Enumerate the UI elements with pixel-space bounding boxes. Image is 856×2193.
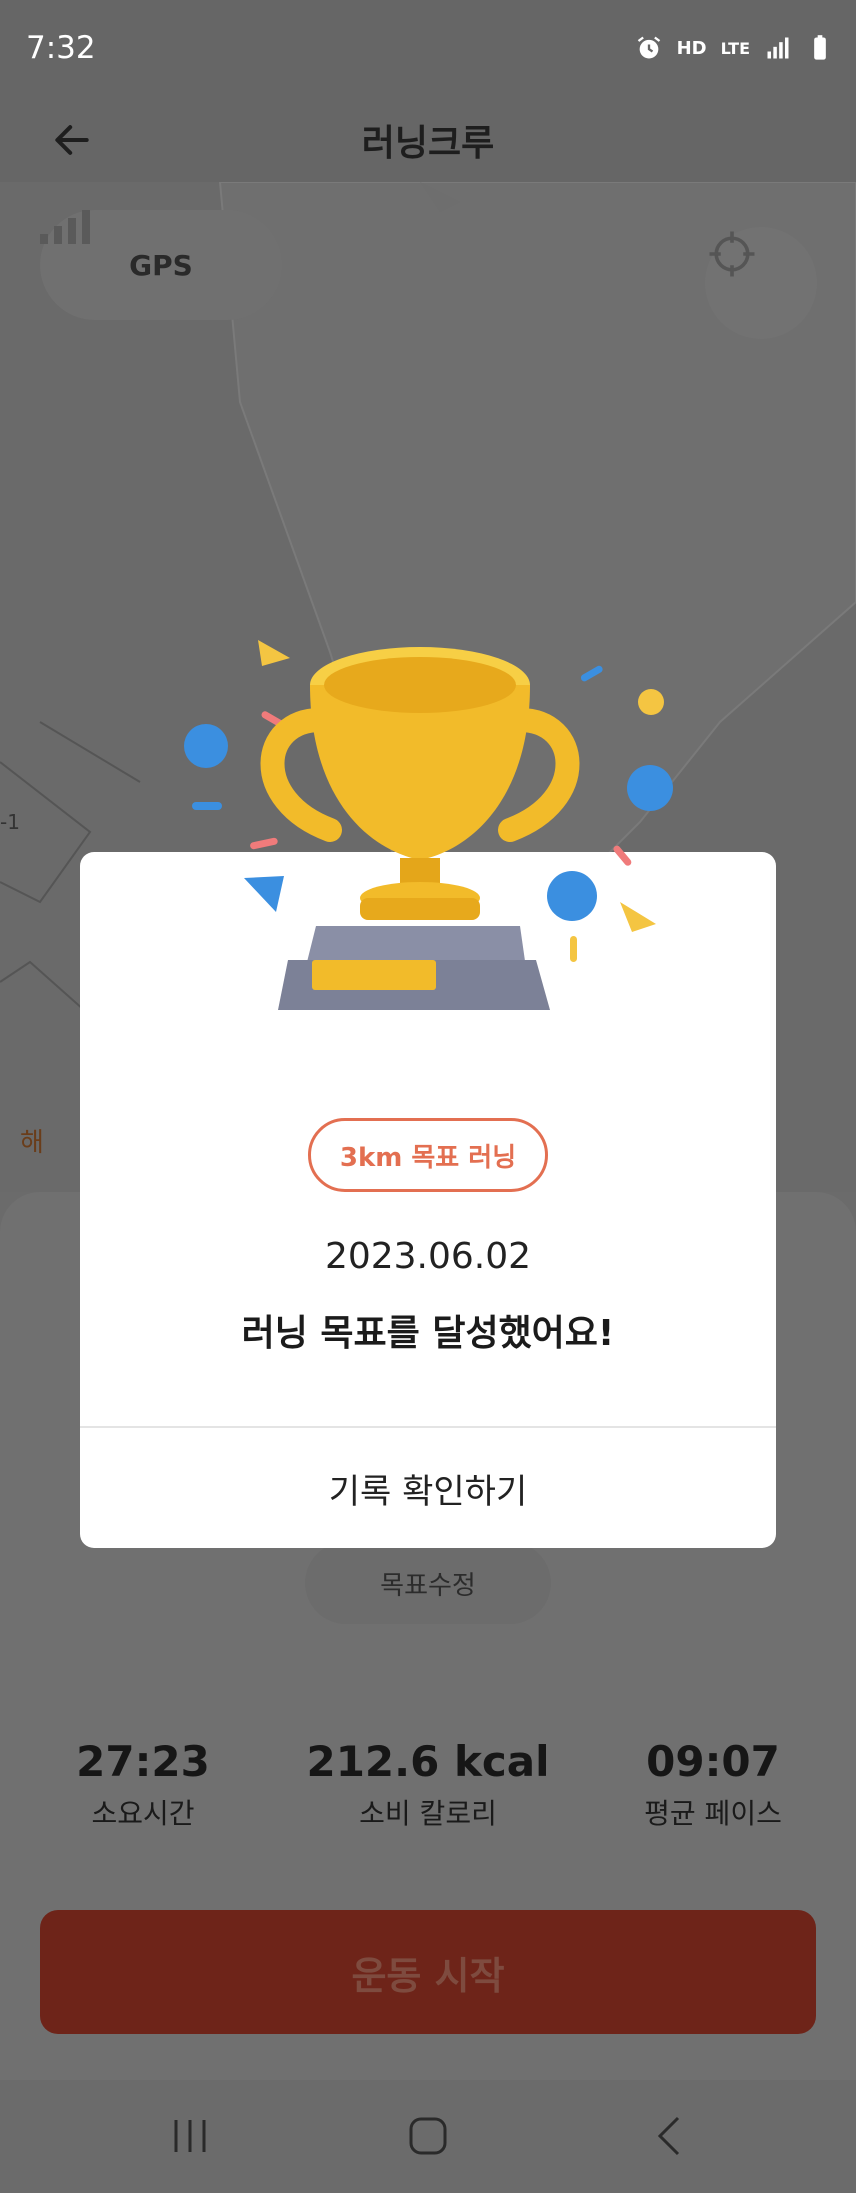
stat-value: 09:07 [646,1737,780,1786]
status-icons: HD LTE [635,34,834,62]
hd-voice-icon: HD [676,37,707,59]
trophy-icon [184,640,673,1010]
nav-back-button[interactable] [620,2096,720,2176]
view-record-button[interactable]: 기록 확인하기 [80,1428,776,1548]
signal-icon [767,37,789,59]
lte-icon: LTE [720,38,750,58]
stat-label: 소비 칼로리 [359,1797,497,1830]
locate-button[interactable] [705,227,817,339]
map-label-left: -1 [0,810,20,834]
stat-calories: 212.6 kcal 소비 칼로리 [288,1737,568,1832]
app-header: 러닝크루 [0,100,856,182]
gps-label: GPS [129,248,193,282]
signal-bars-icon [40,210,90,244]
stat-value: 27:23 [76,1737,210,1786]
home-icon [409,2117,447,2155]
map-label-bottom: 해 [20,1128,44,1158]
start-workout-button[interactable]: 운동 시작 [40,1910,816,2034]
achievement-date: 2023.06.02 [324,1236,532,1277]
system-nav-bar [0,2080,856,2193]
home-button[interactable] [378,2096,478,2176]
status-time: 7:32 [26,30,96,66]
back-chevron-icon [657,2116,680,2156]
stat-pace: 09:07 평균 페이스 [573,1737,853,1832]
goal-edit-button[interactable]: 목표수정 [305,1542,551,1624]
page-title: 러닝크루 [361,123,495,164]
achievement-message: 러닝 목표를 달성했어요! [241,1313,615,1354]
goal-badge: 3km 목표 러닝 [308,1118,548,1192]
stat-label: 소요시간 [91,1797,195,1830]
stat-value: 212.6 kcal [306,1737,550,1786]
recents-button[interactable] [140,2096,240,2176]
stat-duration: 27:23 소요시간 [3,1737,283,1832]
gps-badge: GPS [40,210,282,320]
crosshair-icon [709,231,755,277]
stat-label: 평균 페이스 [644,1797,782,1830]
status-bar: 7:32 HD LTE [0,0,856,100]
alarm-icon [637,36,660,59]
recents-icon [174,2120,206,2152]
battery-icon [814,35,826,60]
